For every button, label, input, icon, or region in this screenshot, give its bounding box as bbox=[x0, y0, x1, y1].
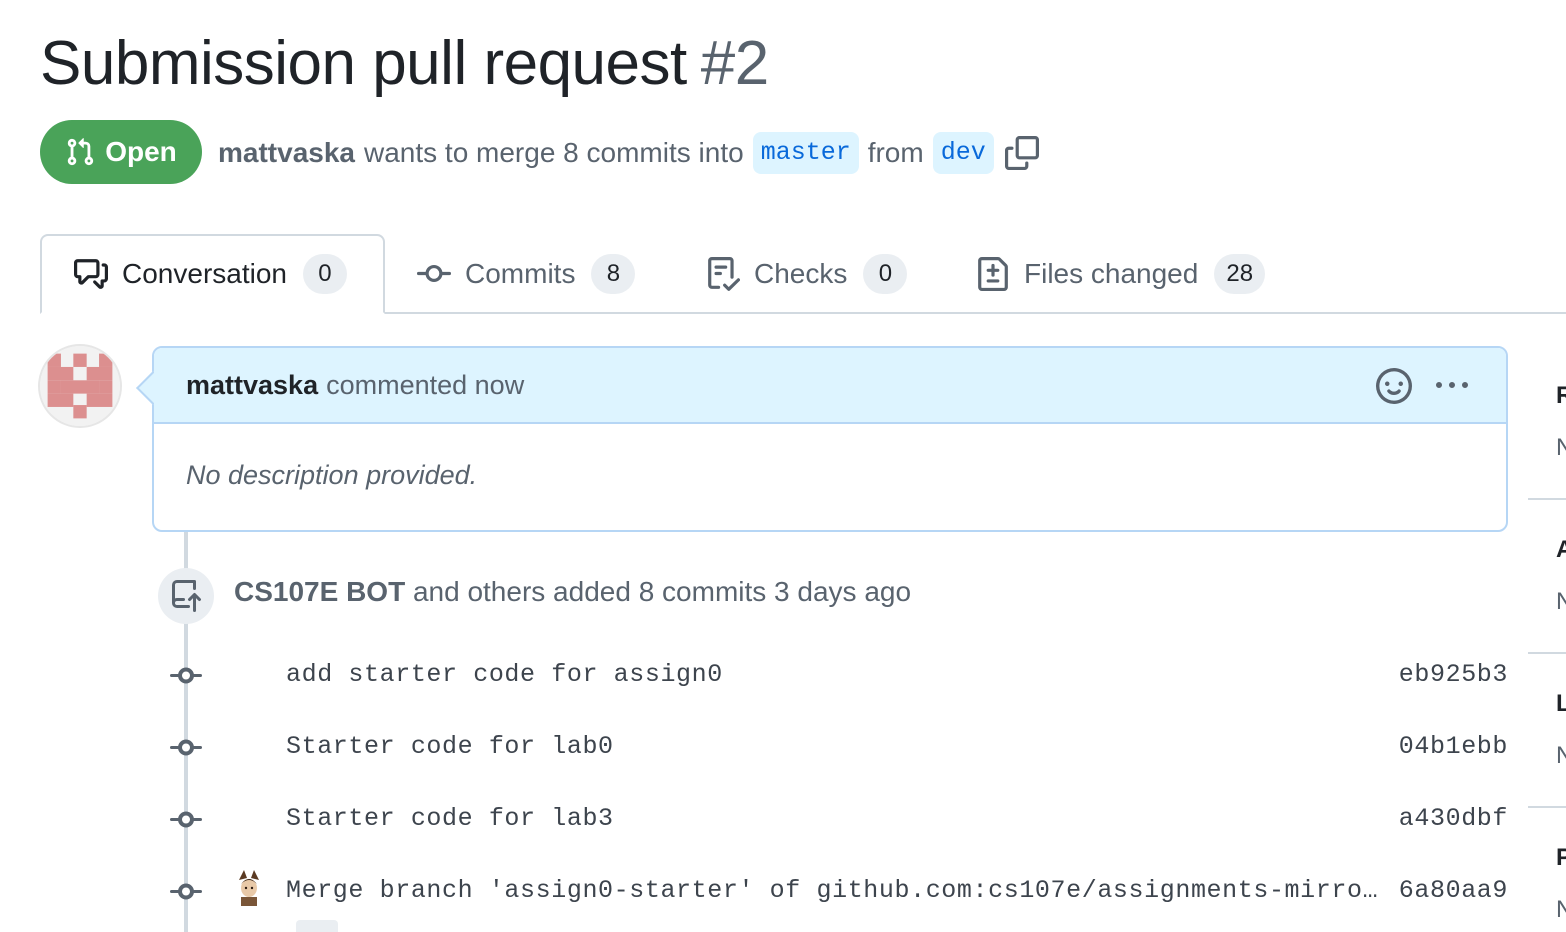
sidebar-value-fragment: N bbox=[1556, 434, 1566, 461]
pr-author-link[interactable]: mattvaska bbox=[218, 137, 355, 169]
git-commit-icon bbox=[170, 883, 202, 900]
tab-commits[interactable]: Commits 8 bbox=[417, 234, 636, 314]
avatar[interactable] bbox=[38, 344, 122, 428]
merge-text: wants to merge 8 commits into bbox=[363, 137, 744, 168]
pr-state-badge: Open bbox=[40, 120, 202, 184]
comment-box: mattvaska commented now No description p… bbox=[152, 346, 1508, 532]
sidebar-divider bbox=[1528, 806, 1566, 808]
commit-message-link[interactable]: Starter code for lab3 bbox=[286, 804, 614, 833]
git-commit-icon bbox=[170, 811, 202, 828]
sidebar-divider bbox=[1528, 652, 1566, 654]
push-event-description: and others added 8 commits 3 days ago bbox=[412, 576, 912, 607]
commit-row: Merge branch 'assign0-starter' of github… bbox=[0, 870, 1566, 912]
git-commit-icon bbox=[170, 667, 202, 684]
tab-checks-count: 0 bbox=[863, 254, 908, 294]
sidebar-value-fragment: N bbox=[1556, 588, 1566, 615]
commit-author-avatar[interactable] bbox=[232, 866, 266, 906]
tab-conversation[interactable]: Conversation 0 bbox=[40, 234, 385, 314]
sidebar-heading-fragment: P bbox=[1556, 844, 1566, 871]
commit-row: Starter code for lab3 a430dbf bbox=[0, 800, 1566, 840]
commit-sha-link[interactable]: a430dbf bbox=[1399, 804, 1508, 833]
commit-row: add starter code for assign0 eb925b3 bbox=[0, 656, 1566, 696]
git-commit-icon bbox=[170, 739, 202, 756]
tab-checks-label: Checks bbox=[754, 258, 848, 289]
commit-expand-button[interactable] bbox=[296, 920, 338, 932]
commit-row: Starter code for lab0 04b1ebb bbox=[0, 728, 1566, 768]
pr-tabs: Conversation 0 Commits 8 Checks 0 Files … bbox=[40, 234, 1566, 314]
tab-checks[interactable]: Checks 0 bbox=[706, 234, 908, 314]
sidebar-heading-fragment: R bbox=[1556, 382, 1566, 409]
identicon-avatar bbox=[40, 346, 120, 426]
tab-files-changed[interactable]: Files changed 28 bbox=[976, 234, 1266, 314]
push-event-badge bbox=[158, 568, 214, 624]
push-actor-link[interactable]: CS107E BOT bbox=[234, 576, 405, 607]
sidebar-divider bbox=[1528, 498, 1566, 500]
head-branch[interactable]: dev bbox=[932, 132, 994, 174]
copy-icon[interactable] bbox=[1004, 136, 1039, 170]
sidebar-heading-fragment: A bbox=[1556, 536, 1566, 563]
pr-meta: mattvaska wants to merge 8 commits into … bbox=[218, 132, 1039, 174]
comment-discussion-icon bbox=[74, 259, 108, 289]
push-event-text: CS107E BOT and others added 8 commits 3 … bbox=[234, 576, 911, 608]
commit-sha-link[interactable]: eb925b3 bbox=[1399, 660, 1508, 689]
page-title: Submission pull request #2 bbox=[40, 28, 769, 99]
commit-message-link[interactable]: Merge branch 'assign0-starter' of github… bbox=[286, 876, 1378, 905]
checklist-icon bbox=[708, 257, 740, 291]
pr-state-label: Open bbox=[105, 136, 177, 167]
git-pull-request-icon bbox=[68, 138, 94, 166]
repo-push-icon bbox=[172, 580, 201, 612]
git-commit-icon bbox=[417, 264, 451, 282]
tab-commits-label: Commits bbox=[465, 258, 576, 289]
commit-message-link[interactable]: add starter code for assign0 bbox=[286, 660, 723, 689]
pr-number: #2 bbox=[700, 29, 769, 98]
pr-title: Submission pull request bbox=[40, 29, 687, 98]
comment-author-link[interactable]: mattvaska bbox=[186, 370, 318, 401]
comment-body: No description provided. bbox=[186, 460, 478, 490]
tab-files-changed-label: Files changed bbox=[1024, 258, 1199, 289]
sidebar-heading-fragment: L bbox=[1556, 690, 1566, 717]
tab-conversation-label: Conversation bbox=[122, 258, 287, 289]
tab-commits-count: 8 bbox=[591, 254, 636, 294]
kebab-horizontal-icon[interactable] bbox=[1434, 370, 1470, 402]
base-branch[interactable]: master bbox=[752, 132, 859, 174]
smiley-icon[interactable] bbox=[1376, 368, 1412, 404]
comment-action[interactable]: commented now bbox=[326, 370, 524, 401]
commit-message-link[interactable]: Starter code for lab0 bbox=[286, 732, 614, 761]
tab-conversation-count: 0 bbox=[302, 254, 347, 294]
commit-sha-link[interactable]: 6a80aa9 bbox=[1399, 876, 1508, 905]
comment-header: mattvaska commented now bbox=[154, 348, 1506, 424]
sidebar-value-fragment: N bbox=[1556, 896, 1566, 923]
commit-sha-link[interactable]: 04b1ebb bbox=[1399, 732, 1508, 761]
file-diff-icon bbox=[978, 257, 1008, 291]
from-text: from bbox=[867, 137, 924, 168]
sidebar-value-fragment: N bbox=[1556, 742, 1566, 769]
tab-files-changed-count: 28 bbox=[1214, 254, 1266, 294]
